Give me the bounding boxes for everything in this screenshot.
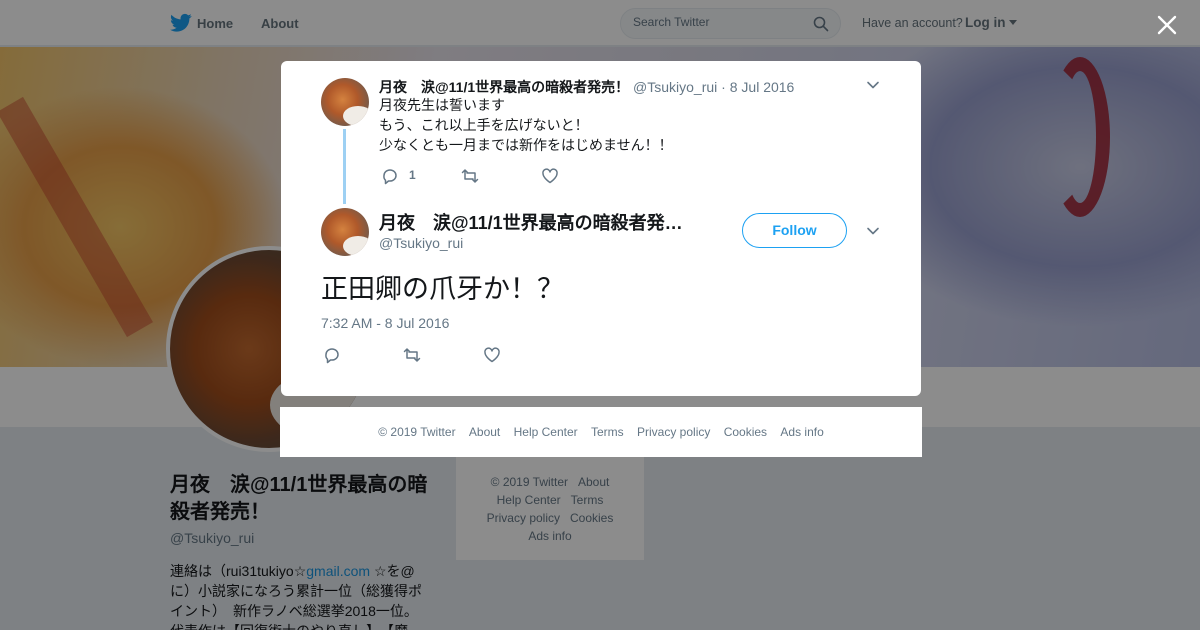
chevron-down-icon[interactable]	[866, 224, 880, 238]
tweet-text-line: もう、これ以上手を広げないと！	[379, 118, 589, 134]
footer-link[interactable]: © 2019 Twitter	[378, 425, 455, 439]
reply-icon[interactable]	[323, 346, 341, 364]
avatar-detail	[343, 236, 369, 256]
like-button[interactable]	[483, 346, 501, 368]
footer-link[interactable]: Terms	[591, 425, 624, 439]
tweet-actions: 1	[381, 167, 581, 187]
tweet-author-name[interactable]: 月夜 涙@11/1世界最高の暗殺者発売！	[379, 209, 699, 235]
avatar-detail	[343, 106, 369, 126]
footer-link[interactable]: Ads info	[780, 425, 823, 439]
meta-separator: ·	[721, 79, 726, 95]
tweet-text-line: 少なくとも一月までは新作をはじめません！！	[379, 138, 673, 154]
modal-footer: © 2019 Twitter About Help Center Terms P…	[280, 407, 922, 457]
tweet-text: 月夜先生は誓います もう、これ以上手を広げないと！ 少なくとも一月までは新作をは…	[379, 96, 673, 156]
tweet-date[interactable]: 8 Jul 2016	[730, 79, 795, 95]
like-icon[interactable]	[483, 346, 501, 364]
chevron-down-icon[interactable]	[866, 78, 880, 92]
follow-button[interactable]: Follow	[742, 213, 847, 248]
tweet-text: 正田卿の爪牙か！？	[321, 274, 564, 305]
retweet-button[interactable]	[403, 346, 421, 368]
tweet-header: 月夜 涙@11/1世界最高の暗殺者発売！ @Tsukiyo_rui · 8 Ju…	[379, 77, 794, 97]
retweet-button[interactable]	[461, 167, 479, 189]
tweet-author-avatar[interactable]	[321, 78, 369, 126]
reply-count: 1	[409, 168, 416, 182]
reply-button[interactable]	[323, 346, 341, 368]
close-icon[interactable]	[1156, 14, 1178, 36]
reply-button[interactable]: 1	[381, 167, 416, 189]
footer-link[interactable]: Privacy policy	[637, 425, 710, 439]
footer-link[interactable]: About	[469, 425, 500, 439]
reply-icon[interactable]	[381, 167, 399, 185]
tweet-permalink-modal: 月夜 涙@11/1世界最高の暗殺者発売！ @Tsukiyo_rui · 8 Ju…	[281, 61, 921, 396]
retweet-icon[interactable]	[403, 346, 421, 364]
tweet-author-avatar[interactable]	[321, 208, 369, 256]
like-icon[interactable]	[541, 167, 559, 185]
retweet-icon[interactable]	[461, 167, 479, 185]
thread-connector-line	[343, 129, 346, 204]
tweet-text-line: 月夜先生は誓います	[379, 98, 505, 114]
tweet-author-name[interactable]: 月夜 涙@11/1世界最高の暗殺者発売！	[379, 79, 629, 95]
tweet-author-handle[interactable]: @Tsukiyo_rui	[379, 235, 463, 251]
footer-link[interactable]: Cookies	[724, 425, 767, 439]
tweet-timestamp[interactable]: 7:32 AM - 8 Jul 2016	[321, 315, 449, 331]
tweet-author-handle[interactable]: @Tsukiyo_rui	[633, 79, 717, 95]
like-button[interactable]	[541, 167, 559, 189]
tweet-actions	[323, 346, 523, 366]
footer-link[interactable]: Help Center	[514, 425, 578, 439]
